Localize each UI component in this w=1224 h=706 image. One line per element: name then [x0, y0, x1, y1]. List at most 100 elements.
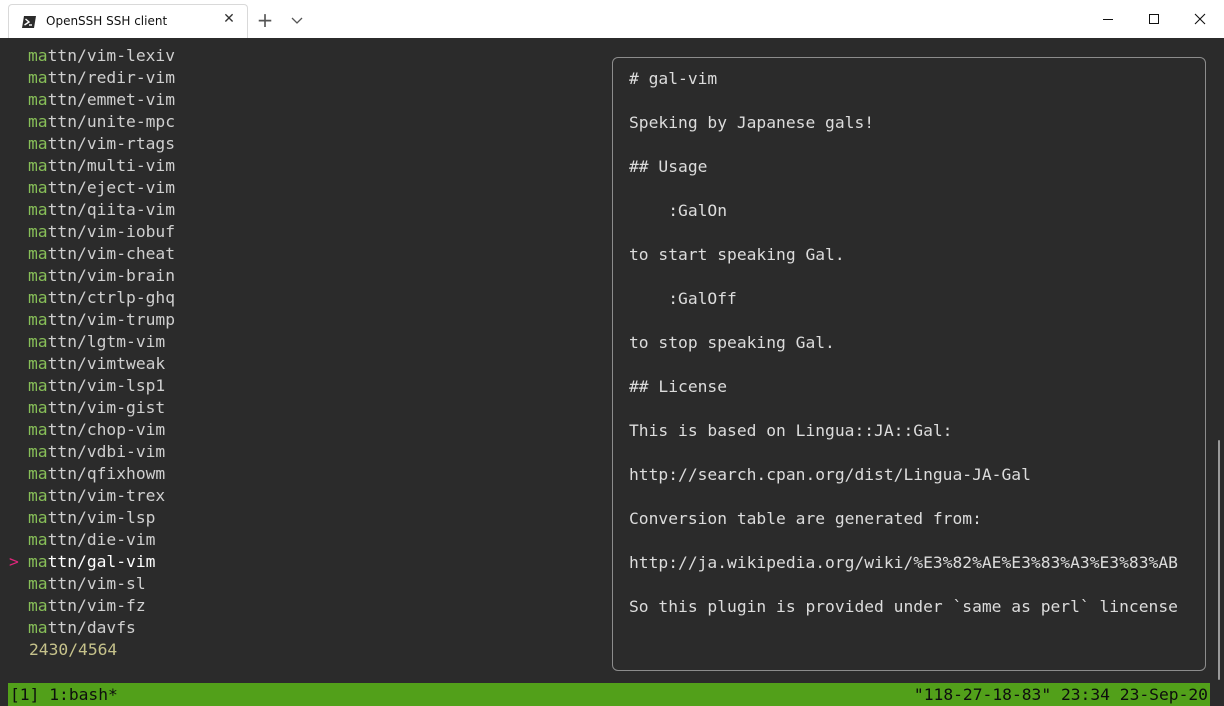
- match-highlight: ma: [28, 178, 48, 197]
- list-item[interactable]: mattn/vim-cheat: [0, 243, 175, 265]
- item-text: ttn/vim-sl: [47, 574, 146, 593]
- list-item[interactable]: mattn/vdbi-vim: [0, 441, 175, 463]
- match-highlight: ma: [28, 420, 48, 439]
- match-highlight: ma: [28, 442, 48, 461]
- match-highlight: ma: [28, 222, 48, 241]
- list-item[interactable]: mattn/vim-rtags: [0, 133, 175, 155]
- list-item[interactable]: mattn/die-vim: [0, 529, 175, 551]
- title-bar: OpenSSH SSH client ✕ +: [0, 0, 1224, 38]
- match-highlight: ma: [28, 46, 48, 65]
- maximize-icon[interactable]: [1131, 0, 1177, 38]
- status-left: [1] 1:bash*: [10, 685, 118, 704]
- list-item[interactable]: mattn/qfixhowm: [0, 463, 175, 485]
- preview-line: [629, 530, 1178, 552]
- preview-pane: # gal-vim Speking by Japanese gals! ## Usa…: [612, 57, 1206, 671]
- preview-line: [629, 134, 1178, 156]
- tab-title: OpenSSH SSH client: [46, 14, 168, 28]
- list-item[interactable]: mattn/vim-sl: [0, 573, 175, 595]
- item-text: ttn/vim-trex: [47, 486, 166, 505]
- item-text: ttn/vim-iobuf: [47, 222, 176, 241]
- item-text: ttn/vim-lsp: [47, 508, 156, 527]
- query-line[interactable]: >ma: [0, 661, 98, 703]
- preview-line: :GalOn: [629, 201, 728, 220]
- preview-line: :GalOff: [629, 289, 737, 308]
- new-tab-button[interactable]: +: [253, 8, 277, 32]
- match-highlight: ma: [28, 618, 48, 637]
- list-item[interactable]: mattn/vim-trex: [0, 485, 175, 507]
- list-item[interactable]: > mattn/gal-vim: [0, 551, 175, 573]
- list-item[interactable]: mattn/chop-vim: [0, 419, 175, 441]
- scrollbar-thumb[interactable]: [1218, 440, 1220, 680]
- selection-pointer: >: [9, 552, 19, 571]
- match-highlight: ma: [28, 90, 48, 109]
- list-item[interactable]: mattn/vim-lsp1: [0, 375, 175, 397]
- match-highlight: ma: [28, 464, 48, 483]
- match-highlight: ma: [28, 398, 48, 417]
- list-item[interactable]: mattn/eject-vim: [0, 177, 175, 199]
- item-text: ttn/lgtm-vim: [47, 332, 166, 351]
- list-item[interactable]: mattn/vim-trump: [0, 309, 175, 331]
- item-text: ttn/qiita-vim: [47, 200, 176, 219]
- item-text: ttn/vim-rtags: [47, 134, 176, 153]
- match-highlight: ma: [28, 596, 48, 615]
- match-highlight: ma: [28, 200, 48, 219]
- list-item[interactable]: mattn/davfs: [0, 617, 175, 639]
- item-text: ttn/vim-lexiv: [47, 46, 176, 65]
- list-item[interactable]: mattn/lgtm-vim: [0, 331, 175, 353]
- minimize-icon[interactable]: [1085, 0, 1131, 38]
- item-text: ttn/multi-vim: [47, 156, 176, 175]
- list-item[interactable]: mattn/vim-lexiv: [0, 45, 175, 67]
- preview-line: [629, 266, 1178, 288]
- preview-line: [629, 310, 1178, 332]
- preview-line: [629, 178, 1178, 200]
- terminal[interactable]: mattn/vim-lexiv mattn/redir-vim mattn/emme…: [0, 38, 1224, 706]
- preview-line: http://search.cpan.org/dist/Lingua-JA-Ga…: [629, 465, 1031, 484]
- preview-line: [629, 574, 1178, 596]
- match-highlight: ma: [28, 508, 48, 527]
- list-item[interactable]: mattn/vim-fz: [0, 595, 175, 617]
- list-item[interactable]: mattn/vim-brain: [0, 265, 175, 287]
- match-highlight: ma: [28, 266, 48, 285]
- list-item[interactable]: mattn/vim-iobuf: [0, 221, 175, 243]
- close-icon[interactable]: [1177, 0, 1223, 38]
- preview-line: [629, 222, 1178, 244]
- list-item[interactable]: mattn/ctrlp-ghq: [0, 287, 175, 309]
- list-item[interactable]: mattn/redir-vim: [0, 67, 175, 89]
- item-text: ttn/vim-gist: [47, 398, 166, 417]
- match-highlight: ma: [28, 574, 48, 593]
- preview-line: Speking by Japanese gals!: [629, 113, 875, 132]
- list-item[interactable]: mattn/qiita-vim: [0, 199, 175, 221]
- preview-line: to stop speaking Gal.: [629, 333, 835, 352]
- preview-line: [629, 442, 1178, 464]
- preview-line: [629, 90, 1178, 112]
- item-text: ttn/eject-vim: [47, 178, 176, 197]
- list-item[interactable]: mattn/emmet-vim: [0, 89, 175, 111]
- match-highlight: ma: [28, 376, 48, 395]
- match-highlight: ma: [28, 68, 48, 87]
- preview-line: [629, 398, 1178, 420]
- list-item[interactable]: mattn/vimtweak: [0, 353, 175, 375]
- item-text: ttn/redir-vim: [47, 68, 176, 87]
- list-item[interactable]: mattn/unite-mpc: [0, 111, 175, 133]
- tab-openssh[interactable]: OpenSSH SSH client ✕: [8, 4, 248, 38]
- status-bar-fill: [1] 1:bash* "118-27-18-83" 23:34 23-Sep-…: [8, 683, 1210, 706]
- item-text: ttn/vim-brain: [47, 266, 176, 285]
- item-text: ttn/davfs: [47, 618, 136, 637]
- chevron-down-icon[interactable]: [285, 8, 309, 32]
- item-text: ttn/vimtweak: [47, 354, 166, 373]
- match-highlight: ma: [28, 530, 48, 549]
- tmux-status-bar: [1] 1:bash* "118-27-18-83" 23:34 23-Sep-…: [0, 683, 1224, 706]
- match-highlight: ma: [28, 354, 48, 373]
- powershell-prompt-icon: [21, 14, 37, 28]
- preview-line: to start speaking Gal.: [629, 245, 845, 264]
- list-item[interactable]: mattn/vim-gist: [0, 397, 175, 419]
- item-text: ttn/vim-trump: [47, 310, 176, 329]
- preview-line: # gal-vim: [629, 69, 718, 88]
- list-item[interactable]: mattn/vim-lsp: [0, 507, 175, 529]
- match-highlight: ma: [28, 288, 48, 307]
- close-tab-icon[interactable]: ✕: [221, 11, 237, 27]
- preview-line: So this plugin is provided under `same a…: [629, 597, 1178, 616]
- list-item[interactable]: mattn/multi-vim: [0, 155, 175, 177]
- preview-line: http://ja.wikipedia.org/wiki/%E3%82%AE%E…: [629, 553, 1178, 572]
- preview-line: Conversion table are generated from:: [629, 509, 982, 528]
